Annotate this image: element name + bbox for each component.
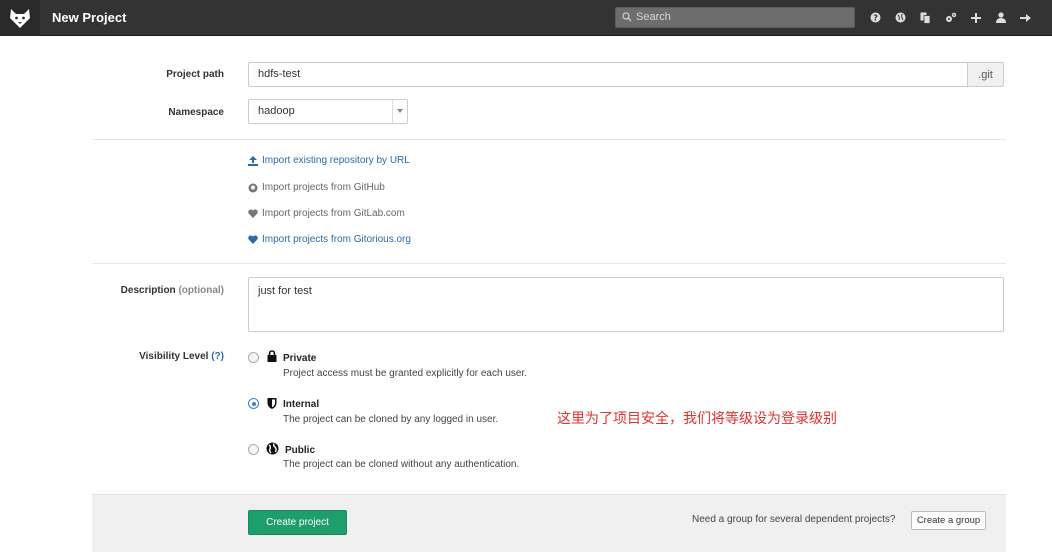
namespace-label: Namespace — [168, 107, 224, 118]
import-gitlab-link[interactable]: Import projects from GitLab.com — [248, 208, 405, 219]
user-icon[interactable] — [993, 10, 1008, 25]
import-github-label: Import projects from GitHub — [262, 182, 385, 193]
visibility-label: Visibility Level (?) — [100, 351, 224, 362]
divider-2 — [92, 263, 1006, 264]
create-group-button[interactable]: Create a group — [911, 511, 986, 530]
copy-icon[interactable] — [918, 10, 933, 25]
divider-1 — [92, 139, 1006, 140]
namespace-value: hadoop — [258, 105, 295, 117]
chevron-down-icon — [397, 109, 403, 113]
heart-icon — [248, 209, 258, 218]
description-label-text: Description — [120, 285, 176, 296]
visibility-internal-desc: The project can be cloned by any logged … — [283, 414, 499, 425]
optional-hint: (optional) — [178, 285, 224, 296]
import-github-link[interactable]: Import projects from GitHub — [248, 182, 385, 193]
radio-public[interactable] — [248, 444, 259, 455]
help-icon[interactable]: ? — [868, 10, 883, 25]
create-project-button[interactable]: Create project — [248, 510, 347, 535]
signout-icon[interactable] — [1018, 10, 1033, 25]
visibility-private-title: Private — [283, 353, 317, 364]
search-placeholder: Search — [636, 11, 671, 23]
search-input[interactable]: Search — [615, 7, 855, 28]
select-divider — [392, 100, 393, 123]
description-textarea[interactable]: just for test — [248, 277, 1004, 332]
visibility-internal-title: Internal — [283, 399, 320, 410]
heart-icon — [248, 235, 258, 244]
svg-text:?: ? — [873, 14, 878, 23]
gitlab-logo[interactable] — [0, 0, 40, 36]
lock-icon — [267, 350, 277, 362]
project-path-input[interactable]: hdfs-test — [248, 62, 968, 87]
shield-icon — [267, 398, 277, 409]
upload-icon — [248, 155, 258, 166]
globe-icon — [266, 442, 279, 455]
visibility-private-desc: Project access must be granted explicitl… — [283, 368, 528, 379]
annotation-note: 这里为了项目安全，我们将等级设为登录级别 — [557, 410, 837, 426]
git-suffix-addon: .git — [968, 62, 1004, 87]
visibility-label-text: Visibility Level — [139, 351, 209, 362]
search-icon — [622, 12, 632, 22]
description-label: Description (optional) — [100, 285, 224, 296]
visibility-public-title: Public — [285, 445, 316, 456]
radio-internal[interactable] — [248, 398, 259, 409]
import-url-label: Import existing repository by URL — [262, 155, 410, 166]
page-title: New Project — [52, 10, 127, 25]
need-group-text: Need a group for several dependent proje… — [692, 514, 896, 525]
top-navbar: New Project Search ? — [0, 0, 1052, 36]
import-gitorious-label: Import projects from Gitorious.org — [262, 234, 411, 245]
fox-logo-icon — [10, 9, 30, 28]
radio-private[interactable] — [248, 352, 259, 363]
import-gitlab-label: Import projects from GitLab.com — [262, 208, 405, 219]
globe-icon[interactable] — [893, 10, 908, 25]
plus-icon[interactable] — [968, 10, 983, 25]
top-icon-bar: ? — [868, 10, 1033, 25]
project-path-label: Project path — [166, 69, 224, 80]
namespace-select[interactable]: hadoop — [248, 99, 408, 124]
cogs-icon[interactable] — [943, 10, 958, 25]
import-url-link[interactable]: Import existing repository by URL — [248, 155, 410, 166]
github-icon — [248, 183, 258, 192]
import-gitorious-link[interactable]: Import projects from Gitorious.org — [248, 234, 411, 245]
visibility-public-desc: The project can be cloned without any au… — [283, 459, 520, 470]
visibility-help-link[interactable]: (?) — [211, 351, 224, 362]
